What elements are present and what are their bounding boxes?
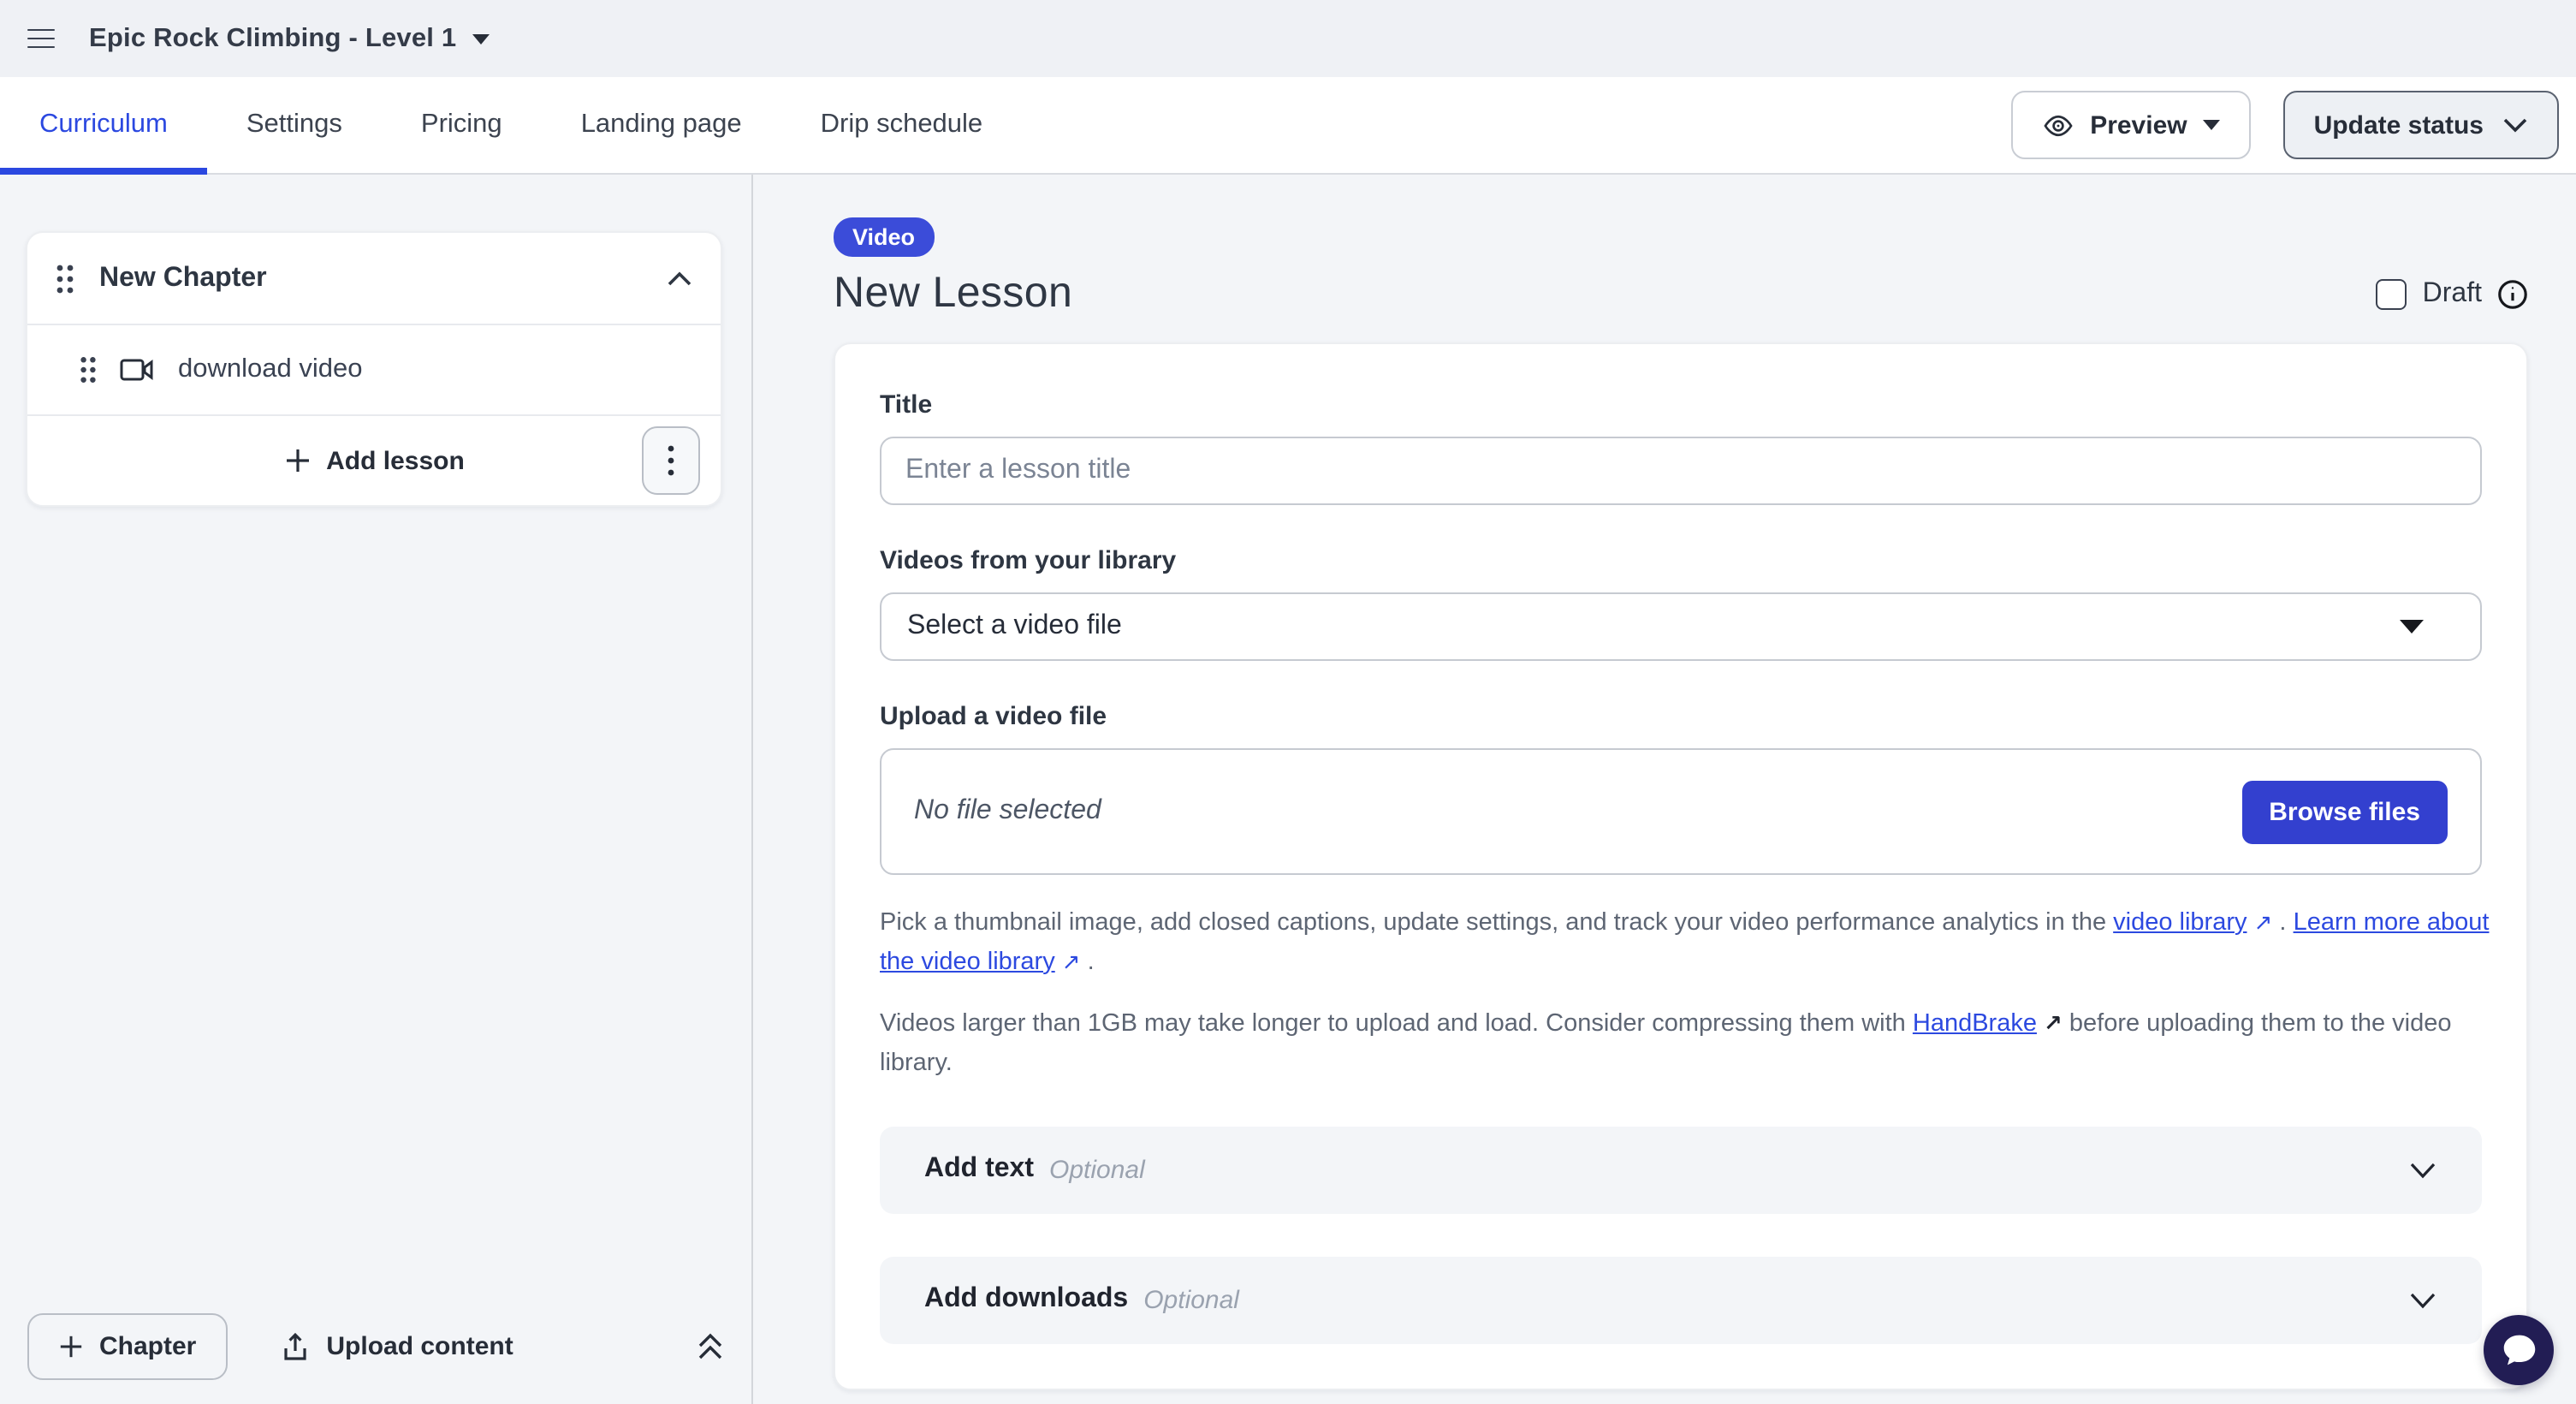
add-chapter-button[interactable]: Chapter: [27, 1313, 227, 1380]
browse-files-button[interactable]: Browse files: [2241, 780, 2448, 843]
file-upload-dropzone[interactable]: No file selected Browse files: [880, 748, 2482, 875]
tab-pricing[interactable]: Pricing: [382, 77, 542, 173]
lesson-title: download video: [178, 354, 362, 385]
handbrake-link[interactable]: HandBrake: [1913, 1010, 2037, 1038]
chapter-title: New Chapter: [99, 263, 267, 294]
hamburger-menu-icon[interactable]: [27, 28, 55, 49]
chapter-header-row[interactable]: New Chapter: [27, 233, 721, 324]
lesson-form-card: Title Videos from your library Select a …: [834, 342, 2528, 1389]
preview-label: Preview: [2090, 110, 2187, 140]
chat-widget-button[interactable]: [2484, 1315, 2554, 1385]
tab-curriculum[interactable]: Curriculum: [0, 77, 207, 173]
upload-icon: [280, 1331, 309, 1362]
tab-landing-page[interactable]: Landing page: [542, 77, 781, 173]
video-library-help-text: Pick a thumbnail image, add closed capti…: [880, 904, 2497, 983]
video-camera-icon: [120, 358, 154, 382]
add-downloads-label: Add downloads: [924, 1284, 1128, 1315]
header-actions: Preview Update status: [2011, 77, 2559, 173]
tab-settings[interactable]: Settings: [207, 77, 382, 173]
select-value: Select a video file: [907, 611, 1122, 642]
sidebar-footer: Chapter Upload content: [27, 1313, 724, 1380]
compression-help-text: Videos larger than 1GB may take longer t…: [880, 1005, 2497, 1084]
add-text-label: Add text: [924, 1154, 1034, 1185]
upload-content-button[interactable]: Upload content: [280, 1331, 513, 1362]
content-area: New Chapter: [0, 175, 2576, 1404]
plus-icon: [283, 447, 311, 474]
drag-handle-icon[interactable]: [55, 261, 75, 295]
lesson-type-badge: Video: [834, 217, 934, 257]
chevron-down-icon[interactable]: [2408, 1290, 2437, 1309]
add-downloads-section[interactable]: Add downloads Optional: [880, 1256, 2482, 1343]
external-link-icon: ↗: [2044, 1007, 2063, 1042]
page-title: New Lesson: [834, 269, 1072, 318]
update-status-label: Update status: [2314, 110, 2484, 140]
library-field-label: Videos from your library: [880, 546, 2482, 575]
app-window: Epic Rock Climbing - Level 1 Curriculum …: [0, 0, 2576, 1404]
optional-hint: Optional: [1143, 1285, 1239, 1314]
upload-field-label: Upload a video file: [880, 702, 2482, 731]
title-field-label: Title: [880, 390, 2482, 419]
info-icon[interactable]: [2497, 279, 2528, 310]
video-library-link[interactable]: video library: [2113, 909, 2247, 937]
lesson-header: Video New Lesson Draft: [834, 217, 2528, 318]
optional-hint: Optional: [1049, 1155, 1145, 1184]
video-library-select[interactable]: Select a video file: [880, 592, 2482, 661]
add-lesson-row[interactable]: Add lesson: [27, 414, 721, 505]
chapter-menu-button[interactable]: [642, 426, 700, 495]
chevron-down-icon: [2502, 116, 2528, 134]
tab-bar: Curriculum Settings Pricing Landing page…: [0, 77, 2576, 175]
lesson-title-input[interactable]: [880, 437, 2482, 505]
lesson-row[interactable]: download video: [27, 324, 721, 414]
lesson-editor: Video New Lesson Draft Tit: [753, 175, 2576, 1404]
chevron-up-icon[interactable]: [666, 270, 693, 287]
tab-drip-schedule[interactable]: Drip schedule: [781, 77, 1023, 173]
update-status-button[interactable]: Update status: [2283, 91, 2559, 159]
eye-icon: [2042, 109, 2074, 141]
course-title[interactable]: Epic Rock Climbing - Level 1: [89, 23, 456, 54]
top-bar: Epic Rock Climbing - Level 1: [0, 0, 2576, 77]
chevron-down-icon[interactable]: [2408, 1160, 2437, 1179]
add-chapter-label: Chapter: [99, 1332, 196, 1361]
draft-label: Draft: [2423, 279, 2482, 310]
upload-content-label: Upload content: [326, 1332, 513, 1361]
chapter-card: New Chapter: [26, 231, 722, 507]
external-link-icon: ↗: [1062, 945, 1081, 980]
add-text-section[interactable]: Add text Optional: [880, 1126, 2482, 1213]
plus-icon: [58, 1334, 84, 1359]
collapse-all-icon[interactable]: [697, 1332, 724, 1361]
curriculum-sidebar: New Chapter: [0, 175, 753, 1404]
external-link-icon: ↗: [2254, 906, 2273, 941]
chat-bubble-icon: [2500, 1332, 2537, 1368]
draft-toggle-group: Draft: [2377, 271, 2528, 318]
preview-button[interactable]: Preview: [2011, 91, 2250, 159]
draft-checkbox[interactable]: [2377, 279, 2407, 310]
preview-caret-icon: [2203, 120, 2220, 130]
add-lesson-label: Add lesson: [326, 446, 465, 475]
select-caret-icon: [2400, 620, 2424, 634]
course-dropdown-caret-icon[interactable]: [472, 33, 489, 44]
drag-handle-icon[interactable]: [79, 354, 98, 385]
no-file-text: No file selected: [914, 796, 1101, 827]
